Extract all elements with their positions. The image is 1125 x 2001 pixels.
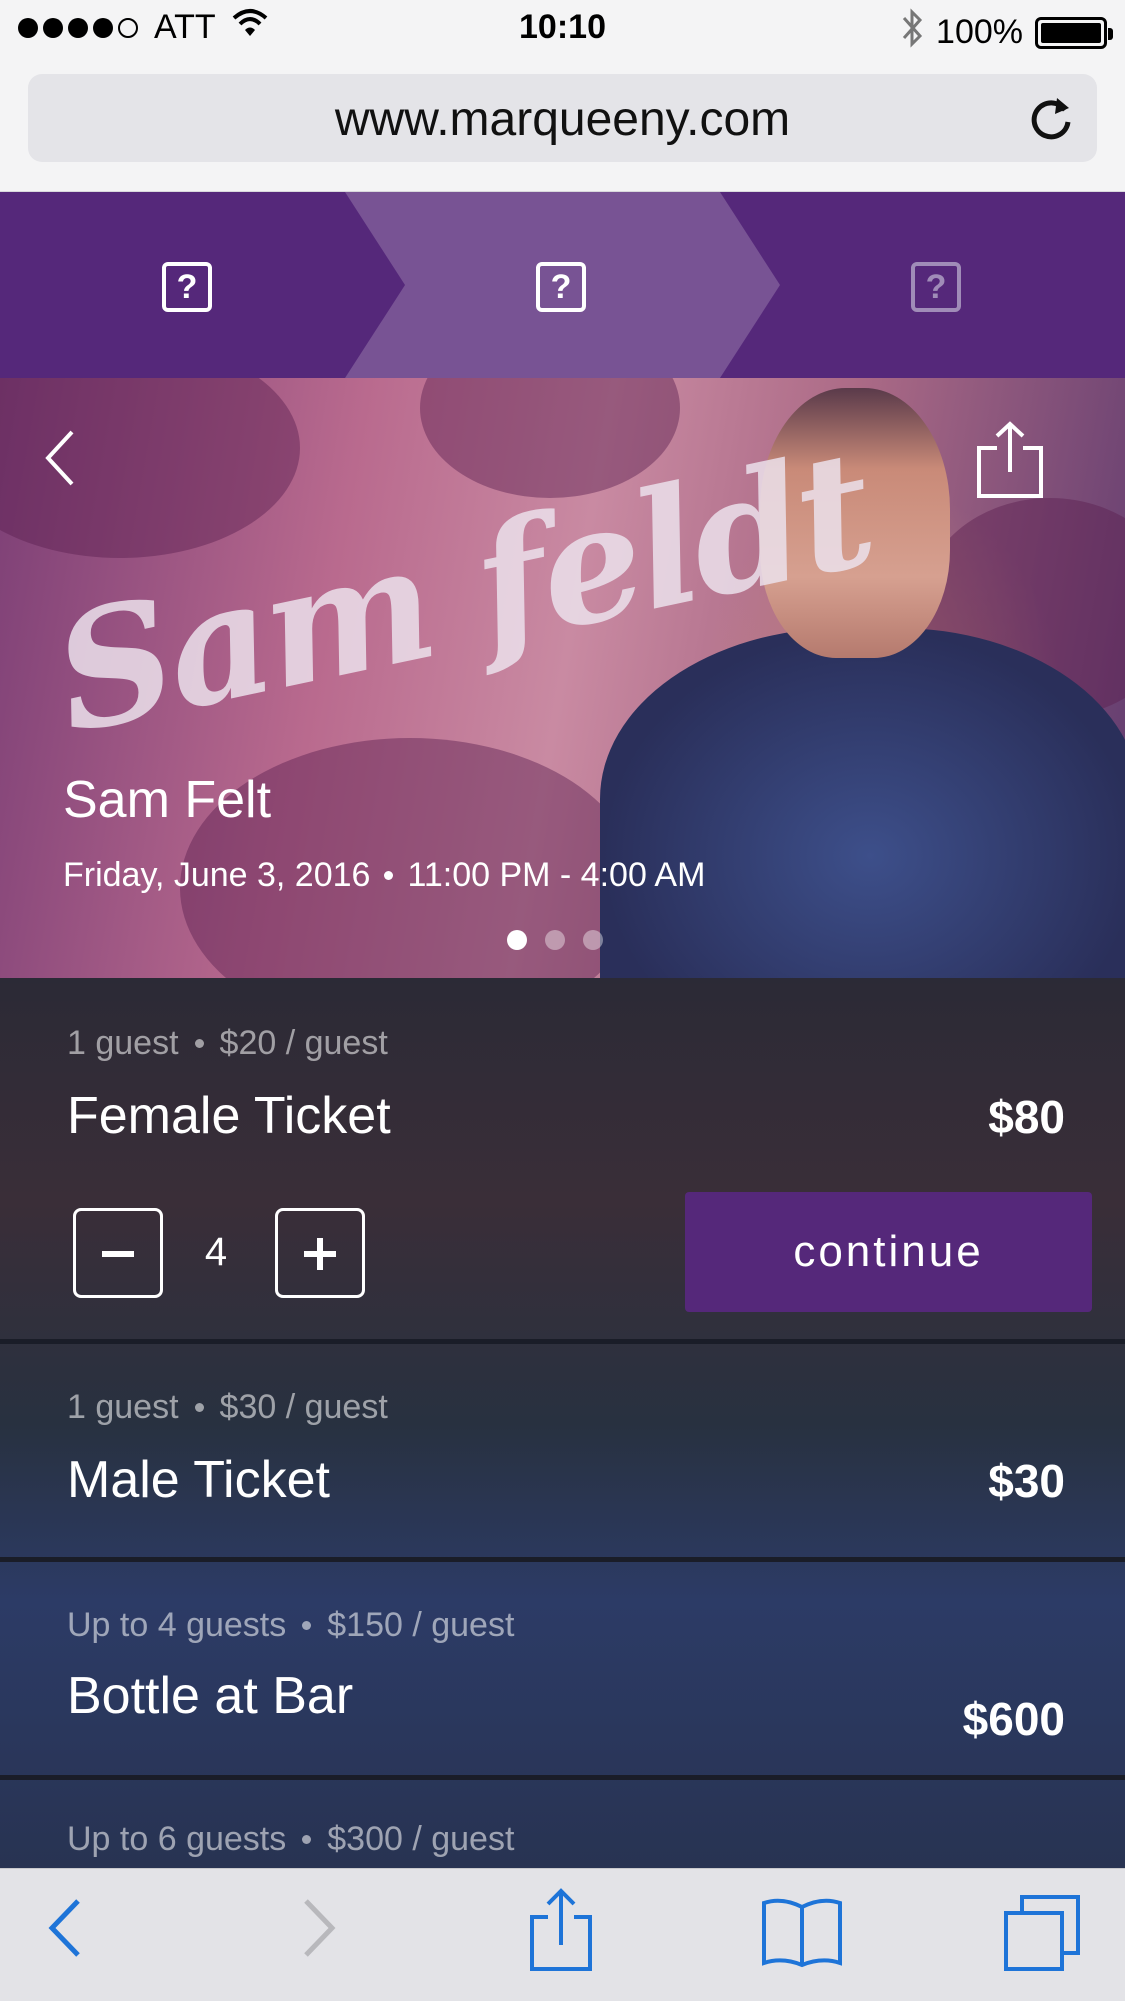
step-1-icon[interactable]: ? — [162, 262, 212, 312]
ticket-guests: 1 guest — [67, 1024, 179, 1062]
ticket-guests: Up to 4 guests — [67, 1606, 287, 1644]
increment-button[interactable] — [275, 1208, 365, 1298]
event-time: 11:00 PM - 4:00 AM — [407, 856, 706, 894]
event-datetime: Friday, June 3, 2016 11:00 PM - 4:00 AM — [63, 856, 705, 895]
back-icon[interactable] — [44, 1893, 88, 1968]
ticket-per-guest: $20 / guest — [219, 1024, 388, 1062]
ticket-meta: 1 guest $30 / guest — [67, 1388, 388, 1427]
browser-toolbar — [0, 1868, 1125, 2001]
ticket-bottle-at-bar[interactable]: Up to 4 guests $150 / guest Bottle at Ba… — [0, 1562, 1125, 1780]
quantity-value: 4 — [204, 1230, 228, 1274]
ticket-meta: Up to 4 guests $150 / guest — [67, 1606, 514, 1645]
event-title: Sam Felt — [63, 771, 272, 829]
url-text: www.marqueeny.com — [334, 93, 791, 146]
address-bar[interactable]: www.marqueeny.com — [28, 74, 1097, 162]
share-icon[interactable] — [975, 420, 1045, 505]
ticket-price: $30 — [988, 1455, 1065, 1507]
ticket-price: $80 — [988, 1091, 1065, 1143]
battery-percent: 100% — [936, 13, 1023, 51]
ticket-meta: 1 guest $20 / guest — [67, 1024, 388, 1063]
ticket-per-guest: $150 / guest — [327, 1606, 515, 1644]
continue-button[interactable]: continue — [685, 1192, 1092, 1312]
event-hero: Sam feldt Sam Felt Friday, June 3, 2016 … — [0, 378, 1125, 978]
ticket-name: Female Ticket — [67, 1087, 391, 1145]
artist-jacket — [600, 628, 1125, 978]
book-icon[interactable] — [760, 1893, 844, 1974]
browser-address-area: www.marqueeny.com — [0, 62, 1125, 192]
ticket-per-guest: $300 / guest — [327, 1820, 515, 1858]
pager-dot[interactable] — [507, 930, 527, 950]
ticket-guests: 1 guest — [67, 1388, 179, 1426]
reload-icon[interactable] — [1025, 92, 1077, 144]
ticket-male[interactable]: 1 guest $30 / guest Male Ticket $30 — [0, 1344, 1125, 1562]
ticket-guests: Up to 6 guests — [67, 1820, 287, 1858]
decrement-button[interactable] — [73, 1208, 163, 1298]
progress-stepper: ? ? ? — [0, 192, 1125, 378]
pager-dot[interactable] — [583, 930, 603, 950]
carousel-pager[interactable] — [507, 930, 603, 950]
ticket-per-guest: $30 / guest — [219, 1388, 388, 1426]
ticket-female[interactable]: 1 guest $20 / guest Female Ticket $80 4 … — [0, 978, 1125, 1344]
event-date: Friday, June 3, 2016 — [63, 856, 371, 894]
status-bar: ATT 10:10 100% — [0, 0, 1125, 62]
chevron-left-icon[interactable] — [40, 426, 80, 495]
ticket-price: $600 — [962, 1693, 1065, 1745]
tabs-icon[interactable] — [1002, 1893, 1082, 1978]
ticket-name: Bottle at Bar — [67, 1667, 354, 1725]
step-3-icon[interactable]: ? — [911, 262, 961, 312]
forward-icon[interactable] — [296, 1893, 340, 1968]
share-icon[interactable] — [528, 1887, 594, 1978]
ticket-list: 1 guest $20 / guest Female Ticket $80 4 … — [0, 978, 1125, 1868]
ticket-name: Male Ticket — [67, 1451, 330, 1509]
battery-icon — [1035, 16, 1113, 49]
ticket-partial[interactable]: Up to 6 guests $300 / guest — [0, 1780, 1125, 1868]
bluetooth-icon — [900, 8, 924, 57]
pager-dot[interactable] — [545, 930, 565, 950]
ticket-meta: Up to 6 guests $300 / guest — [67, 1820, 514, 1859]
step-2-icon[interactable]: ? — [536, 262, 586, 312]
